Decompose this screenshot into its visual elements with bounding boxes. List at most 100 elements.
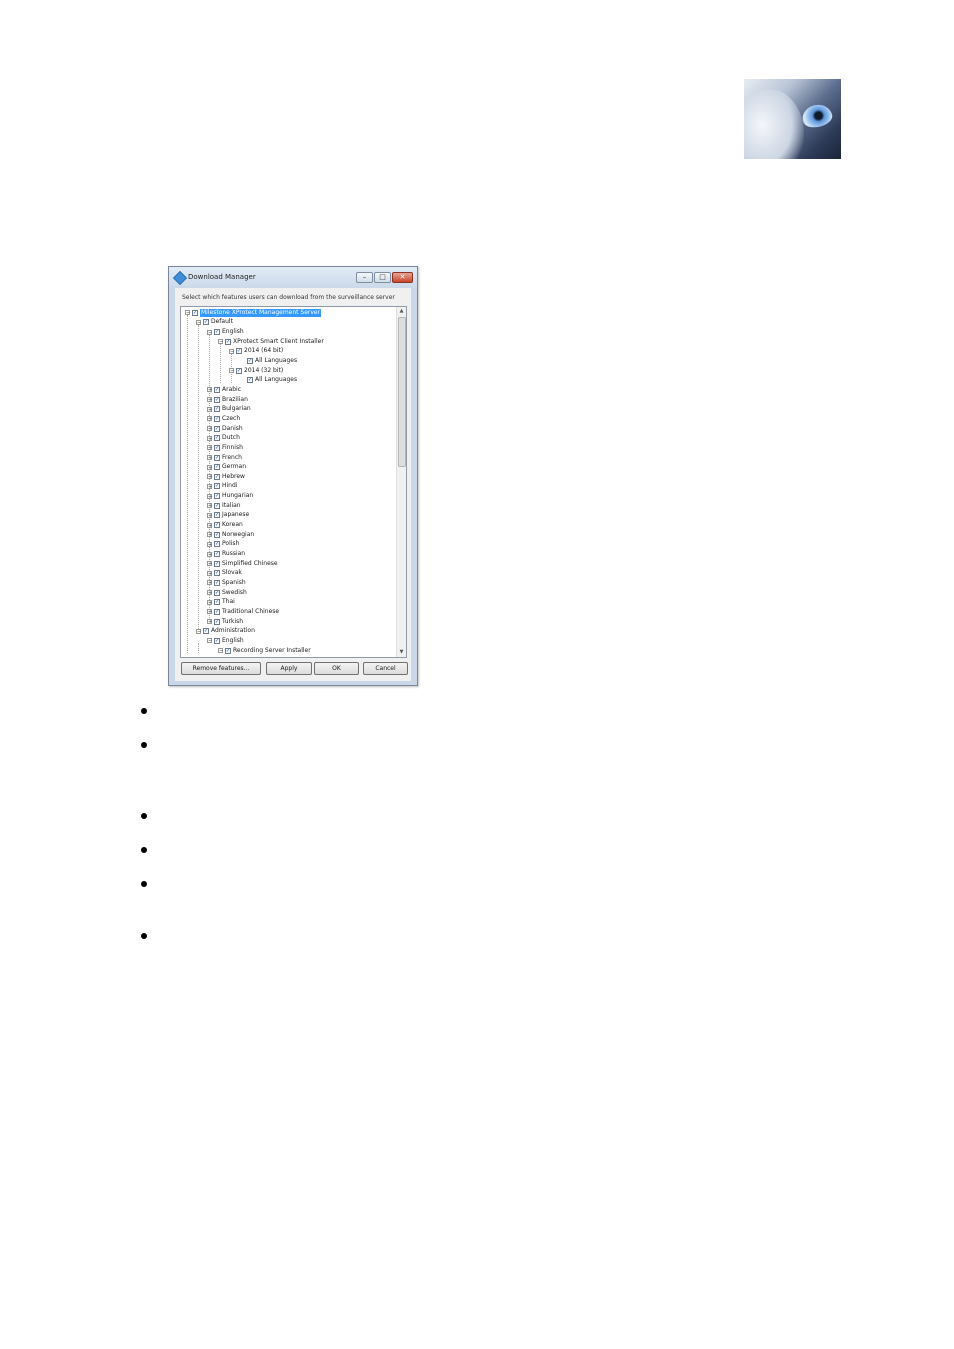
expand-icon[interactable]: + xyxy=(207,561,212,567)
tree-node[interactable]: + ✓ Czech xyxy=(207,414,240,424)
tree-node-checkbox[interactable]: ✓ xyxy=(214,541,220,548)
tree-node-checkbox[interactable]: ✓ xyxy=(214,329,220,336)
collapse-icon[interactable]: − xyxy=(196,628,201,634)
tree-node-label[interactable]: Norwegian xyxy=(222,531,254,539)
tree-node-checkbox[interactable]: ✓ xyxy=(214,396,220,403)
tree-node-checkbox[interactable]: ✓ xyxy=(214,608,220,615)
tree-node-checkbox[interactable]: ✓ xyxy=(203,628,209,635)
tree-node[interactable]: + ✓ Hungarian xyxy=(207,491,253,501)
tree-node[interactable]: + ✓ Spanish xyxy=(207,578,246,588)
expand-icon[interactable]: + xyxy=(207,426,212,432)
collapse-icon[interactable]: − xyxy=(229,348,234,354)
tree-node-label[interactable]: Czech xyxy=(222,415,240,423)
tree-node[interactable]: + ✓ Norwegian xyxy=(207,530,254,540)
close-button[interactable]: ✕ xyxy=(392,272,413,283)
tree-node-label[interactable]: Finnish xyxy=(222,444,243,452)
tree-node-label[interactable]: Danish xyxy=(222,425,243,433)
tree-node[interactable]: + ✓ Bulgarian xyxy=(207,405,251,415)
expand-icon[interactable]: + xyxy=(207,493,212,499)
expand-icon[interactable]: + xyxy=(207,522,212,528)
tree-node-label[interactable]: Default xyxy=(211,318,233,326)
tree-node-label[interactable]: 2014 (32 bit) xyxy=(244,367,283,375)
tree-node[interactable]: + ✓ Turkish xyxy=(207,617,243,627)
expand-icon[interactable]: + xyxy=(207,580,212,586)
expand-icon[interactable]: + xyxy=(207,406,212,412)
tree-node-label[interactable]: Bulgarian xyxy=(222,405,251,413)
collapse-icon[interactable]: − xyxy=(229,368,234,374)
tree-node-checkbox[interactable]: ✓ xyxy=(214,579,220,586)
tree-node-checkbox[interactable]: ✓ xyxy=(247,377,253,384)
tree-node-checkbox[interactable]: ✓ xyxy=(214,570,220,577)
tree-node-label[interactable]: German xyxy=(222,463,246,471)
expand-icon[interactable]: + xyxy=(207,503,212,509)
scroll-down-icon[interactable]: ▼ xyxy=(397,648,406,657)
tree-node-label[interactable]: Thai xyxy=(222,598,235,606)
tree-node[interactable]: + ✓ German xyxy=(207,462,246,472)
tree-node-label[interactable]: Administration xyxy=(211,627,255,635)
tree-node-checkbox[interactable]: ✓ xyxy=(214,415,220,422)
tree-node-label[interactable]: Turkish xyxy=(222,618,243,626)
expand-icon[interactable]: + xyxy=(207,464,212,470)
tree-node-checkbox[interactable]: ✓ xyxy=(214,637,220,644)
expand-icon[interactable]: + xyxy=(207,397,212,403)
scroll-up-icon[interactable]: ▲ xyxy=(397,307,406,316)
tree-node[interactable]: ✓ All Languages xyxy=(240,376,297,386)
tree-node-label[interactable]: Milestone XProtect Management Server xyxy=(200,308,322,317)
expand-icon[interactable]: + xyxy=(207,512,212,518)
tree-node-checkbox[interactable]: ✓ xyxy=(214,589,220,596)
tree-node-checkbox[interactable]: ✓ xyxy=(247,358,253,365)
tree-node-checkbox[interactable]: ✓ xyxy=(236,348,242,355)
expand-icon[interactable]: + xyxy=(207,483,212,489)
tree-node-checkbox[interactable]: ✓ xyxy=(214,618,220,625)
feature-tree[interactable]: − ✓ Milestone XProtect Management Server − ✓… xyxy=(180,306,407,658)
tree-node-label[interactable]: Arabic xyxy=(222,386,241,394)
tree-node-checkbox[interactable]: ✓ xyxy=(214,473,220,480)
expand-icon[interactable]: + xyxy=(207,416,212,422)
expand-icon[interactable]: + xyxy=(207,570,212,576)
tree-node-checkbox[interactable]: ✓ xyxy=(192,309,198,316)
tree-node-label[interactable]: Recording Server Installer xyxy=(233,647,311,655)
tree-node-checkbox[interactable]: ✓ xyxy=(225,338,231,345)
tree-node-label[interactable]: Japanese xyxy=(222,511,249,519)
tree-node-checkbox[interactable]: ✓ xyxy=(214,512,220,519)
tree-node[interactable]: − ✓ Milestone XProtect Management Server xyxy=(185,308,322,318)
tree-node-label[interactable]: All Languages xyxy=(255,376,297,384)
expand-icon[interactable]: + xyxy=(207,551,212,557)
tree-node-label[interactable]: English xyxy=(222,637,244,645)
tree-node-label[interactable]: Italian xyxy=(222,502,241,510)
tree-node-label[interactable]: All Languages xyxy=(255,357,297,365)
tree-node-label[interactable]: Hebrew xyxy=(222,473,245,481)
tree-node-checkbox[interactable]: ✓ xyxy=(214,425,220,432)
tree-node-checkbox[interactable]: ✓ xyxy=(214,599,220,606)
tree-node-label[interactable]: Polish xyxy=(222,540,239,548)
cancel-button[interactable]: Cancel xyxy=(363,662,408,675)
expand-icon[interactable]: + xyxy=(207,532,212,538)
tree-node[interactable]: + ✓ Dutch xyxy=(207,433,240,443)
window-titlebar[interactable]: Download Manager – □ ✕ xyxy=(169,267,417,288)
tree-node-checkbox[interactable]: ✓ xyxy=(214,464,220,471)
tree-node[interactable]: ✓ All Languages xyxy=(240,356,297,366)
tree-node-label[interactable]: XProtect Smart Client Installer xyxy=(233,338,324,346)
tree-node-checkbox[interactable]: ✓ xyxy=(214,444,220,451)
expand-icon[interactable]: + xyxy=(207,619,212,625)
tree-node-label[interactable]: Dutch xyxy=(222,434,240,442)
collapse-icon[interactable]: − xyxy=(218,339,223,345)
tree-node-checkbox[interactable]: ✓ xyxy=(214,406,220,413)
expand-icon[interactable]: + xyxy=(207,541,212,547)
tree-node[interactable]: + ✓ Slovak xyxy=(207,569,242,579)
tree-node[interactable]: + ✓ Hebrew xyxy=(207,472,245,482)
tree-node[interactable]: − ✓ Recording Server Installer xyxy=(218,646,311,656)
expand-icon[interactable]: + xyxy=(207,609,212,615)
remove-features-button[interactable]: Remove features... xyxy=(181,662,261,675)
expand-icon[interactable]: + xyxy=(207,599,212,605)
tree-node-label[interactable]: 2014 (64 bit) xyxy=(244,347,283,355)
tree-node[interactable]: + ✓ Thai xyxy=(207,598,235,608)
tree-node-checkbox[interactable]: ✓ xyxy=(225,647,231,654)
tree-node[interactable]: + ✓ Swedish xyxy=(207,588,247,598)
tree-node[interactable]: − ✓ 2014 (64 bit) xyxy=(229,347,283,357)
tree-node-label[interactable]: Russian xyxy=(222,550,245,558)
tree-node-label[interactable]: Spanish xyxy=(222,579,246,587)
tree-node[interactable]: + ✓ Italian xyxy=(207,501,241,511)
collapse-icon[interactable]: − xyxy=(218,648,223,654)
maximize-button[interactable]: □ xyxy=(374,272,391,283)
